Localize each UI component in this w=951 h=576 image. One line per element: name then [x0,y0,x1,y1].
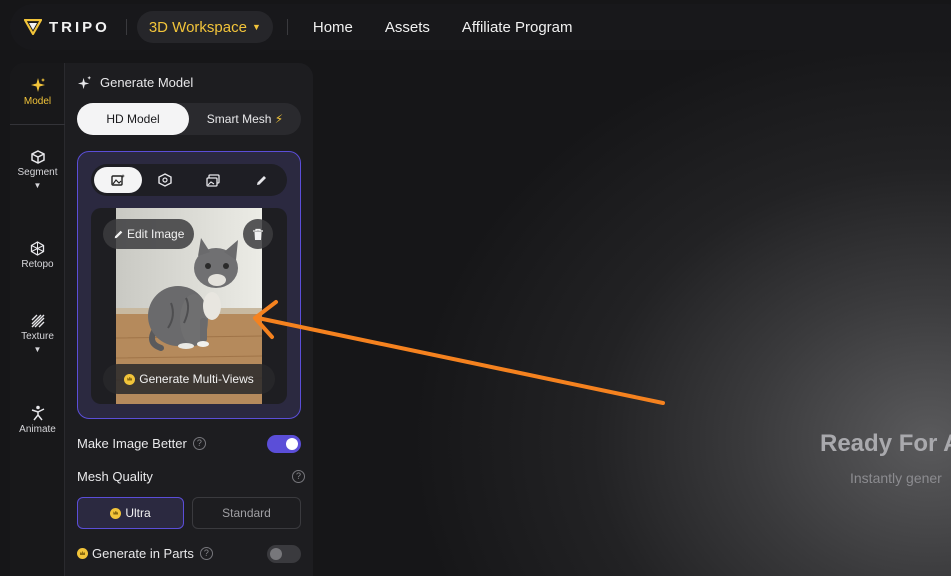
smart-mesh-label: Smart Mesh [206,112,272,126]
multi-image-tab-icon [206,173,220,187]
edit-image-button[interactable]: Edit Image [103,219,195,249]
nav-affiliate-program[interactable]: Affiliate Program [462,19,573,36]
make-image-better-row: Make Image Better ? [77,436,206,451]
input-type-tabs [91,164,287,196]
generate-in-parts-label: Generate in Parts [92,546,194,561]
tab-image[interactable] [94,167,142,193]
rail-label: Segment [17,167,58,178]
quality-standard-label: Standard [222,506,271,520]
viewport-hero-subtitle: Instantly gener [850,470,942,486]
make-image-better-label: Make Image Better [77,436,187,451]
hd-model-label: HD Model [106,112,160,126]
top-bar: TRIPO 3D Workspace ▼ Home Assets Affilia… [10,4,951,50]
image-input-box: Edit Image Generate Multi-Views [77,151,301,419]
cube-tab-icon [158,173,172,187]
quality-ultra-option[interactable]: Ultra [77,497,184,529]
divider [286,19,288,35]
rail-item-retopo[interactable]: Retopo [10,241,65,270]
sparkle-icon [30,78,45,92]
divider [125,19,127,35]
image-tab-icon [111,174,125,186]
smart-mesh-option[interactable]: Smart Mesh ⚡ [189,103,301,135]
generate-multi-views-label: Generate Multi-Views [139,372,254,386]
crown-icon [110,507,122,519]
brand-name: TRIPO [49,18,110,36]
pencil-icon [114,230,123,238]
viewport-hero-title: Ready For A [820,430,951,457]
nav-home[interactable]: Home [313,19,353,36]
rail-label: Animate [19,424,56,435]
tool-rail: Model Segment ▼ Retopo Texture ▼ Animate [10,63,65,576]
trash-icon [253,228,263,240]
nav-assets[interactable]: Assets [385,19,430,36]
tab-multi-image[interactable] [189,167,237,193]
rail-label: Model [23,96,52,107]
lightning-icon: ⚡ [274,112,284,126]
tab-3d[interactable] [141,167,189,193]
rail-divider [10,124,65,125]
mesh-quality-row: Mesh Quality [77,469,153,484]
hd-model-option[interactable]: HD Model [77,103,189,135]
mesh-quality-label: Mesh Quality [77,469,153,484]
workspace-label: 3D Workspace [148,18,247,36]
generate-multi-views-button[interactable]: Generate Multi-Views [103,364,275,394]
rail-label: Retopo [21,259,54,270]
tab-draw[interactable] [237,167,285,193]
help-icon[interactable]: ? [292,470,305,483]
generate-in-parts-toggle[interactable] [267,545,301,563]
rail-label: Texture [21,331,54,342]
crown-icon [124,373,136,385]
generate-header: Generate Model [77,75,193,90]
figure-icon [31,405,44,421]
rail-item-segment[interactable]: Segment ▼ [10,150,65,190]
rail-item-model[interactable]: Model [10,77,65,107]
rail-item-animate[interactable]: Animate [10,405,65,435]
pencil-tab-icon [256,175,266,185]
edit-image-label: Edit Image [127,227,185,241]
quality-ultra-label: Ultra [125,506,151,520]
help-icon[interactable]: ? [192,437,206,450]
model-mode-toggle: HD Model Smart Mesh ⚡ [77,103,301,135]
texture-icon [31,314,44,328]
generate-title: Generate Model [100,75,194,90]
workspace-dropdown[interactable]: 3D Workspace ▼ [136,11,273,43]
uploaded-image-preview[interactable]: Edit Image Generate Multi-Views [91,208,287,404]
sparkle-icon [77,75,92,90]
generate-in-parts-row: Generate in Parts ? [77,546,213,561]
rail-item-texture[interactable]: Texture ▼ [10,314,65,354]
cube-icon [30,150,45,164]
caret-down-icon: ▼ [33,345,42,354]
crown-icon [77,548,88,559]
help-icon[interactable]: ? [199,547,213,560]
caret-down-icon: ▼ [251,22,261,32]
tripo-logo-icon [24,19,42,35]
brand-logo[interactable]: TRIPO [24,19,110,36]
caret-down-icon: ▼ [33,181,42,190]
mesh-icon [30,241,45,256]
quality-standard-option[interactable]: Standard [192,497,301,529]
make-image-better-toggle[interactable] [267,435,301,453]
left-panel: Model Segment ▼ Retopo Texture ▼ Animate… [10,63,313,576]
delete-image-button[interactable] [243,219,273,249]
main-nav: Home Assets Affiliate Program [289,19,573,36]
